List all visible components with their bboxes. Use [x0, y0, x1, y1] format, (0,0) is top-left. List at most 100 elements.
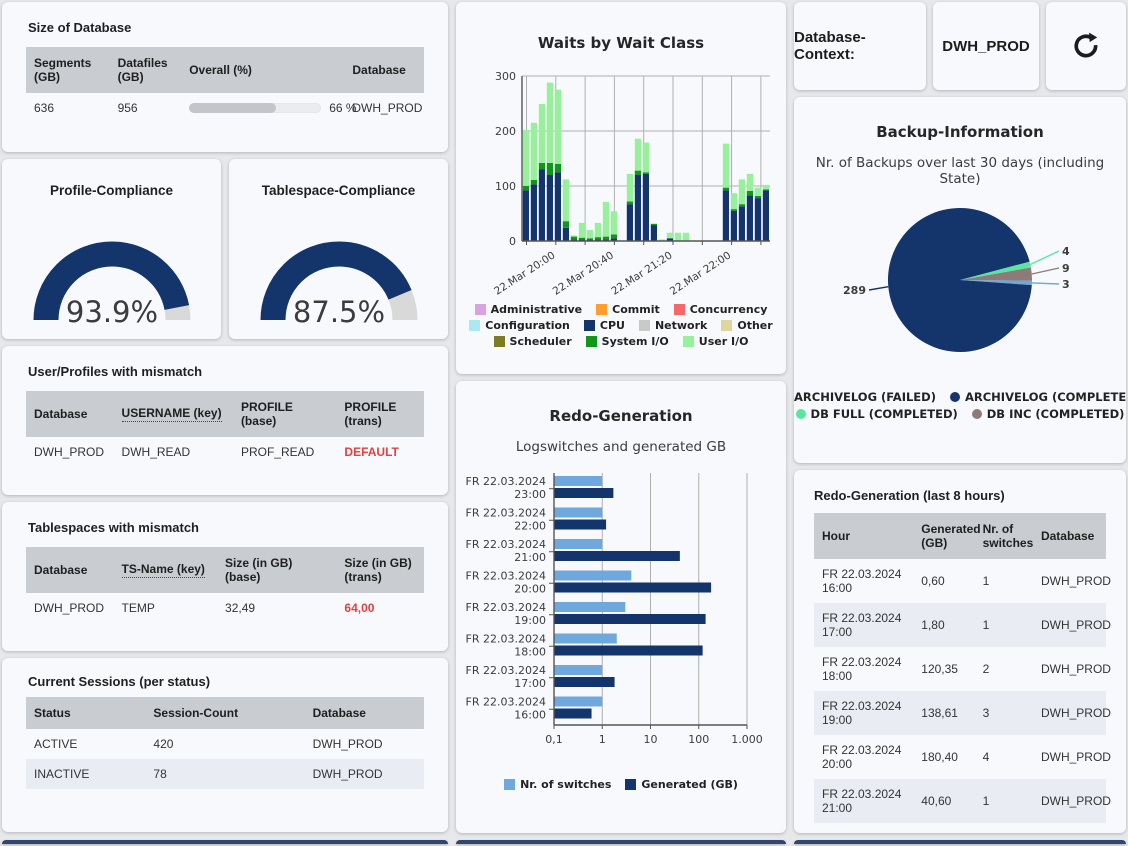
table-row: FR 22.03.2024 17:001,801DWH_PROD: [814, 603, 1106, 647]
category-label: FR 22.03.2024: [466, 507, 546, 520]
table-row: FR 22.03.2024 22:001,201DWH_PROD: [814, 823, 1106, 833]
legend-item: Commit: [596, 303, 660, 316]
table-cell: FR 22.03.2024 16:00: [814, 559, 913, 603]
table-cell: DWH_PROD: [1033, 691, 1106, 735]
column-header: PROFILE (base): [233, 391, 336, 437]
column-header: Datafiles (GB): [110, 47, 182, 93]
table-row: ACTIVE420DWH_PROD: [26, 729, 424, 759]
column-header: Overall (%): [181, 47, 344, 93]
table-cell: 120,35: [913, 647, 974, 691]
current-sessions-panel: Current Sessions (per status) StatusSess…: [2, 658, 448, 832]
bar-segment: [627, 201, 633, 204]
table-header-row: Segments (GB)Datafiles (GB)Overall (%)Da…: [26, 47, 424, 93]
bar-segment: [755, 198, 761, 241]
table-cell: DWH_PROD: [1033, 735, 1106, 779]
panel-title: Current Sessions (per status): [2, 658, 448, 689]
bar-segment: [539, 170, 545, 242]
svg-text:16:00: 16:00: [514, 709, 546, 722]
legend-swatch: [683, 336, 694, 347]
svg-text:200: 200: [495, 125, 516, 138]
bar-segment: [651, 223, 657, 224]
bar-segment: [755, 188, 761, 196]
generated-bar: [554, 520, 606, 530]
legend-item: Network: [639, 319, 707, 332]
waits-chart-legend: AdministrativeCommitConcurrencyConfigura…: [456, 303, 786, 348]
pie-value-label: 3: [1062, 278, 1070, 291]
panel-title: Tablespaces with mismatch: [2, 502, 448, 535]
current-sessions-table: StatusSession-CountDatabaseACTIVE420DWH_…: [26, 697, 424, 789]
bar-segment: [587, 238, 593, 239]
pie-value-label: 4: [1062, 245, 1070, 258]
profile-compliance-panel: Profile-Compliance 93.9%: [2, 159, 221, 339]
tablespace-compliance-gauge: 87.5%: [244, 220, 434, 326]
user-profiles-mismatch-panel: User/Profiles with mismatch DatabaseUSER…: [2, 346, 448, 495]
table-cell: DWH_PROD: [305, 759, 424, 789]
legend-swatch: [494, 336, 505, 347]
bar-segment: [611, 211, 617, 234]
bar-segment: [739, 206, 745, 241]
bar-segment: [563, 228, 569, 241]
bottom-card-edge: [2, 840, 448, 844]
bar-segment: [547, 175, 553, 241]
generated-bar: [554, 488, 613, 498]
table-row: FR 22.03.2024 19:00138,613DWH_PROD: [814, 691, 1106, 735]
category-label: FR 22.03.2024: [466, 570, 546, 583]
legend-swatch: [586, 336, 597, 347]
table-cell: 1: [975, 559, 1033, 603]
bar-segment: [611, 234, 617, 238]
svg-text:0: 0: [509, 235, 516, 248]
svg-text:1: 1: [599, 733, 606, 746]
table-cell: 40,60: [913, 779, 974, 823]
bar-segment: [555, 164, 561, 172]
table-row: FR 22.03.2024 18:00120,352DWH_PROD: [814, 647, 1106, 691]
bar-segment: [643, 174, 649, 241]
svg-text:0,1: 0,1: [545, 733, 563, 746]
bar-segment: [587, 230, 593, 238]
column-header: Size (in GB) (trans): [336, 547, 424, 593]
bar-segment: [563, 179, 569, 221]
table-cell: DWH_PROD: [1033, 603, 1106, 647]
size-of-database-panel: Size of Database Segments (GB)Datafiles …: [2, 2, 448, 152]
bar-segment: [747, 174, 753, 191]
backup-information-panel: Backup-Information Nr. of Backups over l…: [794, 97, 1126, 463]
generated-bar: [554, 583, 711, 593]
waits-stacked-bar-chart: 010020030022.Mar 20:0022.Mar 20:4022.Mar…: [456, 64, 786, 296]
bar-segment: [603, 237, 609, 240]
redo-generation-bar-chart: 0,11101001.000FR 22.03.202423:00FR 22.03…: [456, 463, 786, 759]
middle-column: Waits by Wait Class 010020030022.Mar 20:…: [456, 2, 786, 844]
gauge-title: Profile-Compliance: [50, 183, 173, 198]
bar-segment: [747, 195, 753, 241]
database-context-value-card[interactable]: DWH_PROD: [933, 2, 1039, 90]
database-context-value: DWH_PROD: [942, 38, 1030, 55]
switches-bar: [554, 602, 625, 612]
bar-segment: [579, 223, 585, 238]
table-row: FR 22.03.2024 16:000,601DWH_PROD: [814, 559, 1106, 603]
bar-segment: [635, 139, 641, 171]
refresh-icon[interactable]: [1072, 32, 1100, 60]
database-cell: DWH_PROD: [344, 93, 424, 123]
legend-swatch: [674, 304, 685, 315]
tablespace-compliance-panel: Tablespace-Compliance 87.5%: [229, 159, 448, 339]
backup-chart-legend: ARCHIVELOG (FAILED)ARCHIVELOG (COMPLETED…: [794, 390, 1126, 421]
table-cell: 1: [975, 823, 1033, 833]
bar-segment: [731, 193, 737, 209]
legend-swatch: [721, 320, 732, 331]
generated-bar: [554, 614, 706, 624]
bar-segment: [531, 123, 537, 180]
bar-segment: [563, 221, 569, 228]
legend-item: Nr. of switches: [504, 778, 611, 791]
table-cell: 420: [145, 729, 304, 759]
chart-title: Waits by Wait Class: [456, 34, 786, 52]
bar-segment: [539, 104, 545, 163]
category-label: FR 22.03.2024: [466, 475, 546, 488]
chart-subtitle: Nr. of Backups over last 30 days (includ…: [794, 155, 1126, 187]
gauge-title: Tablespace-Compliance: [262, 183, 416, 198]
switches-bar: [554, 697, 602, 707]
bar-segment: [723, 144, 729, 188]
x-axis-label: 22.Mar 21:20: [609, 249, 674, 296]
bar-segment: [603, 202, 609, 237]
dashboard-page: Size of Database Segments (GB)Datafiles …: [0, 0, 1128, 846]
generated-bar: [554, 551, 680, 561]
refresh-button-card[interactable]: [1046, 2, 1126, 90]
x-axis-label: 22.Mar 22:00: [668, 249, 733, 296]
